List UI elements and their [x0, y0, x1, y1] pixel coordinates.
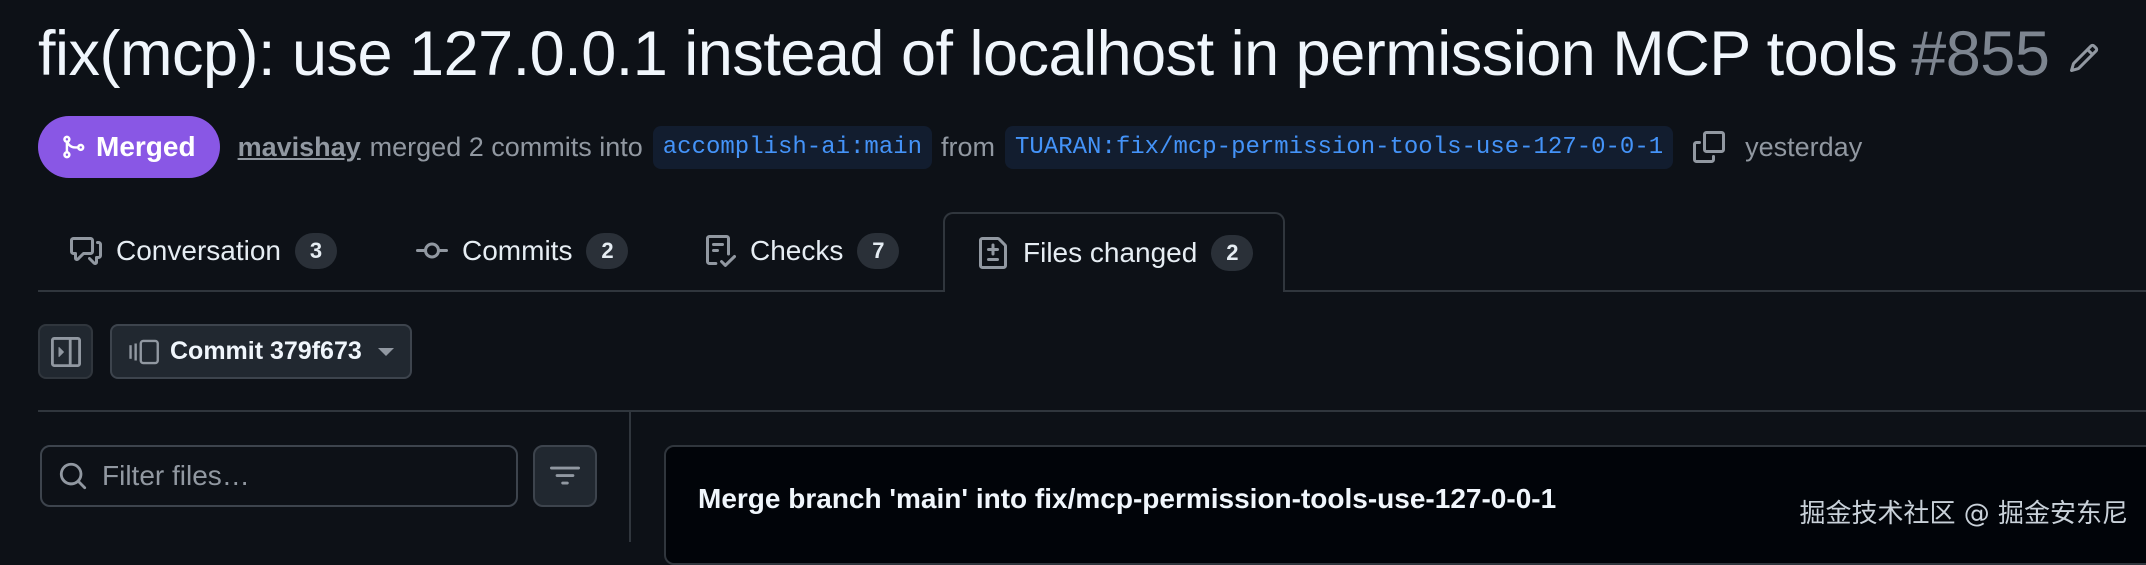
- watermark-text: 掘金技术社区 @ 掘金安东尼: [1799, 499, 2128, 529]
- pr-tabs: Conversation 3 Commits 2 Checks 7 Files …: [38, 212, 2146, 292]
- tab-checks-count: 7: [857, 233, 900, 269]
- caret-down-icon: [378, 347, 394, 356]
- from-text: from: [941, 131, 996, 162]
- merged-time: yesterday: [1745, 131, 1863, 162]
- merged-badge-label: Merged: [96, 131, 196, 162]
- checklist-icon: [706, 235, 736, 267]
- filter-files-field[interactable]: [40, 445, 518, 507]
- tab-conversation-label: Conversation: [116, 235, 281, 266]
- filter-options-button[interactable]: [533, 445, 597, 507]
- tab-conversation-count: 3: [294, 233, 337, 269]
- pr-title: fix(mcp): use 127.0.0.1 instead of local…: [38, 18, 2050, 90]
- base-branch-link[interactable]: accomplish-ai:main: [652, 125, 933, 169]
- tab-files-changed-label: Files changed: [1023, 237, 1198, 268]
- head-branch-link[interactable]: TUARAN:fix/mcp-permission-tools-use-127-…: [1005, 125, 1674, 169]
- tab-files-changed-count: 2: [1211, 235, 1254, 271]
- tab-commits-label: Commits: [462, 235, 573, 266]
- pr-title-text: fix(mcp): use 127.0.0.1 instead of local…: [38, 19, 1898, 89]
- tab-checks[interactable]: Checks 7: [704, 212, 900, 290]
- git-merge-icon: [63, 135, 85, 159]
- merged-text: merged 2 commits into: [369, 131, 643, 162]
- tab-conversation[interactable]: Conversation 3: [70, 212, 337, 290]
- comment-discussion-icon: [70, 237, 102, 265]
- tab-commits-count: 2: [586, 233, 629, 269]
- commit-message: Merge branch 'main' into fix/mcp-permiss…: [698, 483, 1557, 514]
- sidebar-collapse-icon: [50, 336, 81, 367]
- file-diff-icon: [979, 237, 1007, 269]
- file-tree-divider[interactable]: [629, 412, 631, 542]
- author-link[interactable]: mavishay: [238, 132, 361, 163]
- filter-icon: [550, 466, 580, 485]
- copy-icon[interactable]: [1693, 131, 1726, 163]
- commit-select-button[interactable]: Commit 379f673: [110, 324, 412, 379]
- filter-files-input[interactable]: [100, 459, 504, 493]
- tab-checks-label: Checks: [750, 235, 844, 266]
- pencil-icon[interactable]: [2068, 42, 2100, 74]
- commits-stack-icon: [129, 339, 159, 364]
- commit-select-label: Commit 379f673: [170, 337, 362, 365]
- toolbar-divider: [38, 410, 2146, 412]
- git-commit-icon: [416, 242, 448, 259]
- search-icon: [59, 462, 87, 490]
- pr-meta: Merged mavishay merged 2 commits into ac…: [38, 116, 1862, 178]
- merged-badge: Merged: [38, 116, 220, 178]
- pr-number: #855: [1911, 19, 2050, 89]
- tab-files-changed[interactable]: Files changed 2: [943, 212, 1286, 292]
- sidebar-toggle-button[interactable]: [38, 324, 93, 379]
- tab-commits[interactable]: Commits 2: [416, 212, 629, 290]
